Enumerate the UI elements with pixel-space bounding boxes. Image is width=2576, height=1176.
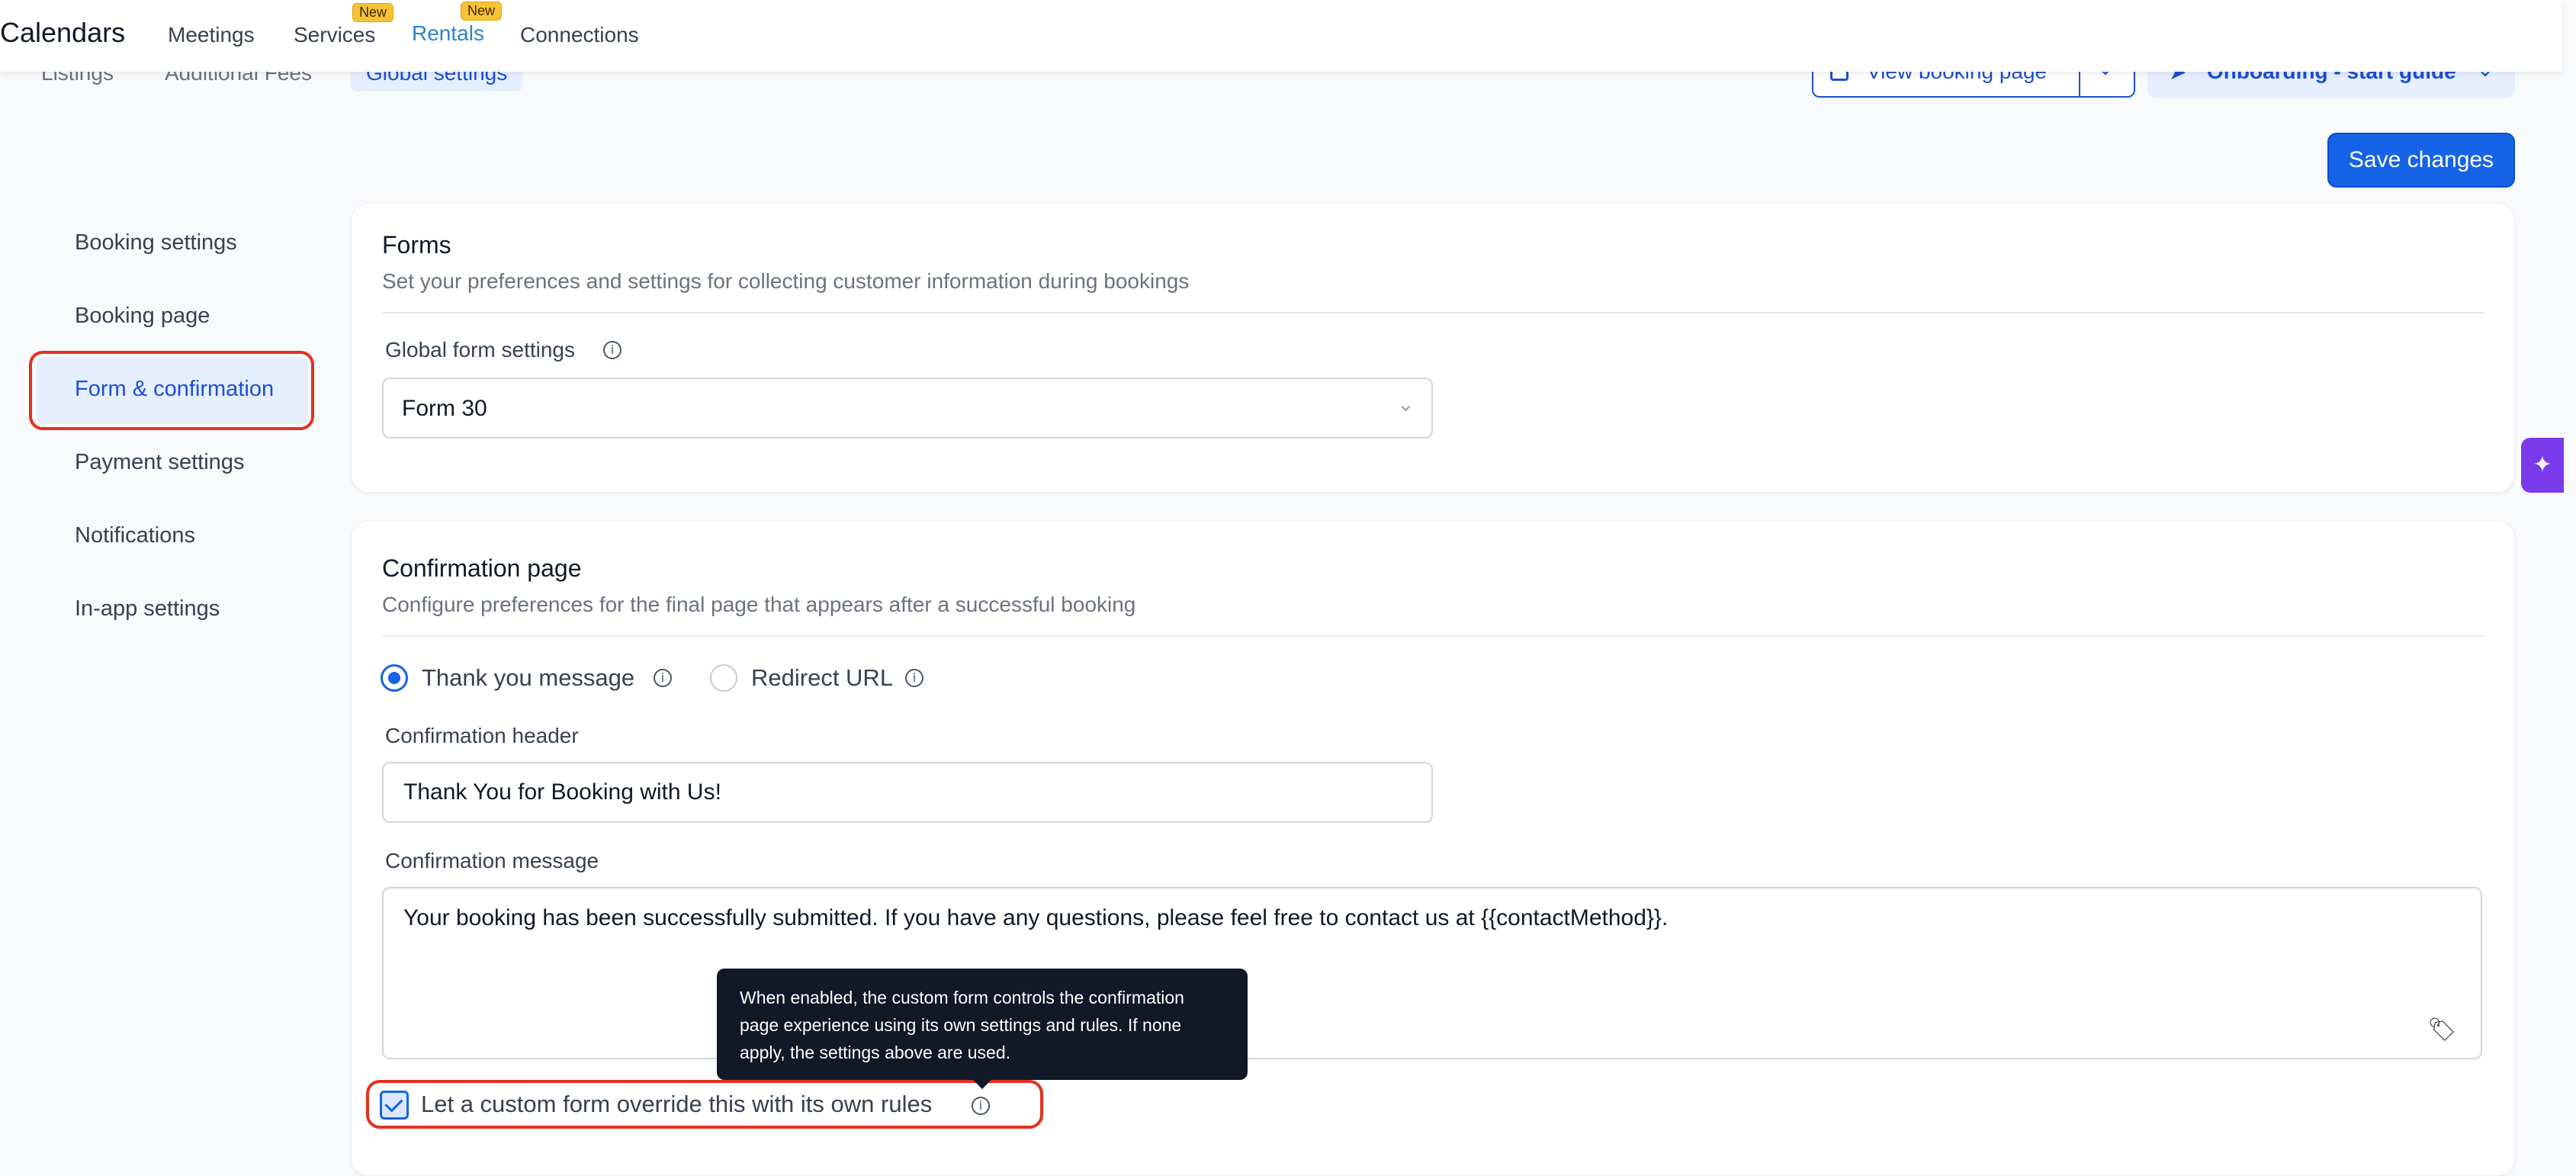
sidebar-item-payment-settings[interactable]: Payment settings [75, 450, 244, 475]
radio-redirect-label: Redirect URL [751, 664, 894, 691]
info-icon[interactable]: i [603, 341, 622, 359]
confirmation-header-label: Confirmation header [385, 724, 579, 747]
nav-rentals[interactable]: Rentals [412, 21, 484, 46]
chevron-down-icon: ⌄ [1396, 392, 1415, 416]
info-icon[interactable]: i [654, 669, 672, 687]
nav-meetings[interactable]: Meetings [168, 23, 255, 47]
top-nav-bar: Calendars Meetings Services New Rentals … [0, 0, 2562, 72]
confirmation-message-textarea[interactable]: Your booking has been successfully submi… [382, 887, 2482, 1059]
selected-form-value: Form 30 [402, 396, 487, 421]
radio-thank-you-label: Thank you message [422, 664, 635, 691]
sidebar-item-booking-settings[interactable]: Booking settings [75, 230, 237, 255]
override-tooltip: When enabled, the custom form controls t… [717, 969, 1248, 1089]
confirmation-description: Configure preferences for the final page… [382, 593, 1136, 616]
sparkle-icon[interactable]: ✦ [2521, 438, 2564, 493]
divider [382, 312, 2484, 313]
nav-connections[interactable]: Connections [520, 23, 639, 47]
new-badge: New [461, 2, 503, 21]
confirmation-message-label: Confirmation message [385, 849, 599, 872]
radio-thank-you[interactable] [381, 664, 408, 692]
confirmation-header-input[interactable] [382, 762, 1433, 823]
override-checkbox[interactable] [380, 1091, 409, 1120]
global-form-select[interactable]: Form 30 ⌄ [382, 378, 1433, 439]
forms-description: Set your preferences and settings for co… [382, 269, 1190, 293]
sidebar-item-form-confirmation[interactable]: Form & confirmation [75, 377, 274, 402]
tag-icon[interactable]: 🏷 [2427, 1017, 2456, 1043]
sidebar-item-booking-page[interactable]: Booking page [75, 304, 210, 329]
divider [382, 635, 2484, 637]
override-label: Let a custom form override this with its… [421, 1091, 933, 1117]
nav-services[interactable]: Services [294, 23, 375, 47]
radio-redirect-url[interactable] [710, 664, 737, 692]
forms-card: Forms Set your preferences and settings … [351, 203, 2515, 493]
new-badge: New [352, 3, 394, 22]
sidebar-item-notifications[interactable]: Notifications [75, 523, 195, 548]
confirmation-card: Confirmation page Configure preferences … [351, 520, 2515, 1176]
forms-title: Forms [382, 231, 451, 259]
save-changes-button[interactable]: Save changes [2327, 133, 2515, 188]
confirmation-title: Confirmation page [382, 554, 582, 582]
sidebar-item-in-app-settings[interactable]: In-app settings [75, 596, 220, 622]
confirmation-message-value: Your booking has been successfully submi… [403, 905, 1669, 930]
info-icon[interactable]: i [972, 1097, 990, 1115]
info-icon[interactable]: i [905, 669, 923, 687]
app-title: Calendars [0, 17, 126, 48]
global-form-settings-label: Global form settings [385, 338, 575, 361]
